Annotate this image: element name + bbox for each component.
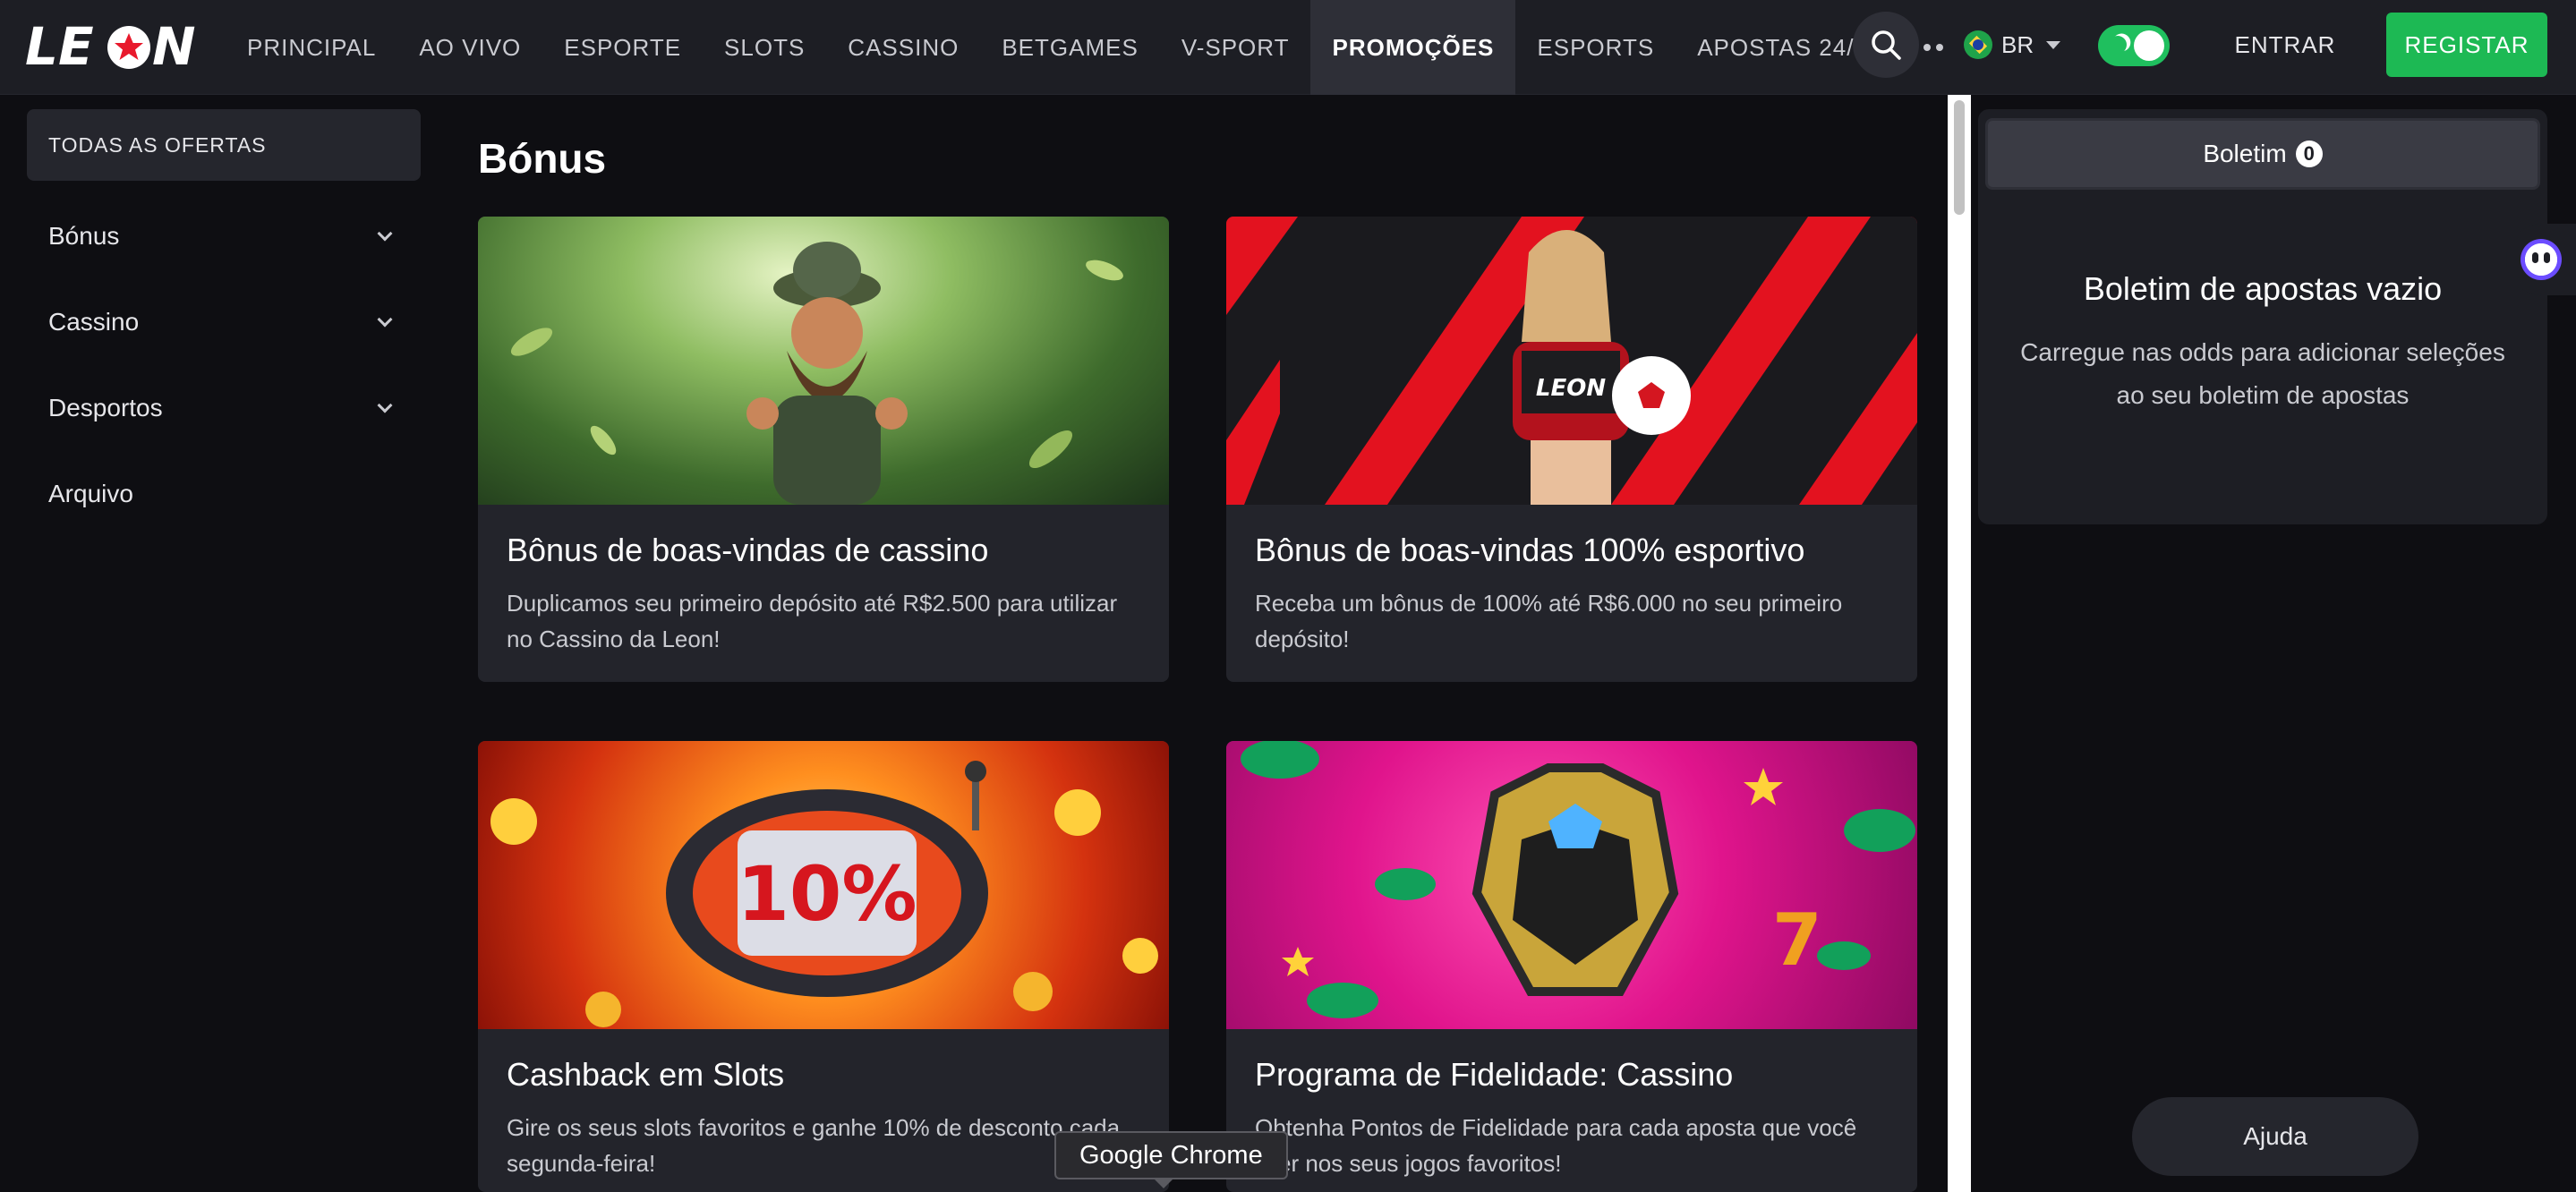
register-button[interactable]: REGISTAR xyxy=(2386,13,2547,77)
nav-item-slots[interactable]: SLOTS xyxy=(703,0,826,95)
sidebar-item-label: Arquivo xyxy=(48,480,133,507)
betslip-tab[interactable]: Boletim 0 xyxy=(1985,118,2540,190)
promo-card-title: Bônus de boas-vindas de cassino xyxy=(507,532,989,568)
sidebar-item-label: Desportos xyxy=(48,394,163,421)
page-title: Bónus xyxy=(478,135,607,182)
promo-card-title: Programa de Fidelidade: Cassino xyxy=(1255,1056,1734,1093)
chat-widget-button[interactable] xyxy=(2506,224,2576,295)
promo-card-description: Duplicamos seu primeiro depósito até R$2… xyxy=(507,590,1118,652)
promo-card-description: Gire os seus slots favoritos e ganhe 10%… xyxy=(507,1114,1121,1177)
promo-banner-image: 7 xyxy=(1226,741,1917,1029)
promo-card-sport-welcome[interactable]: LEON Bônus de boas-vindas 100% esportivo… xyxy=(1226,217,1917,682)
language-code: BR xyxy=(2001,30,2034,58)
nav-item-esporte[interactable]: ESPORTE xyxy=(542,0,703,95)
toggle-knob xyxy=(2134,30,2164,61)
betslip-empty-title: Boletim de apostas vazio xyxy=(2083,270,2443,307)
sidebar-item-label: Cassino xyxy=(48,308,140,336)
promo-banner-image: 10% xyxy=(478,741,1169,1029)
tooltip-arrow xyxy=(1155,1179,1173,1188)
sidebar-item-desportos[interactable]: Desportos xyxy=(27,365,421,451)
browser-tooltip: Google Chrome xyxy=(1054,1131,1288,1179)
promo-card-casino-welcome[interactable]: Bônus de boas-vindas de cassino Duplicam… xyxy=(478,217,1169,682)
cashback-percent-text: 10% xyxy=(737,850,917,938)
nav-item-promocoes[interactable]: PROMOÇÕES xyxy=(1310,0,1516,95)
chat-bot-icon xyxy=(2521,239,2562,280)
scrollbar-thumb[interactable] xyxy=(1954,100,1965,215)
nav-item-esports[interactable]: ESPORTS xyxy=(1515,0,1676,95)
language-selector[interactable]: BR xyxy=(1964,27,2061,63)
main-scrollbar[interactable] xyxy=(1948,95,1971,1192)
svg-text:N: N xyxy=(152,18,196,75)
nav-item-cassino[interactable]: CASSINO xyxy=(826,0,980,95)
sidebar-item-all-offers[interactable]: TODAS AS OFERTAS xyxy=(27,109,421,181)
sidebar-item-label: Bónus xyxy=(48,222,120,250)
login-button[interactable]: ENTRAR xyxy=(2211,13,2359,77)
svg-text:7: 7 xyxy=(1772,898,1822,982)
sidebar-item-bonus[interactable]: Bónus xyxy=(27,193,421,279)
promo-card-title: Bônus de boas-vindas 100% esportivo xyxy=(1255,532,1805,568)
nav-item-v-sport[interactable]: V-SPORT xyxy=(1160,0,1311,95)
caret-down-icon xyxy=(2046,40,2061,49)
promotions-sidebar: TODAS AS OFERTAS Bónus Cassino Desportos… xyxy=(27,109,421,537)
nav-item-ao-vivo[interactable]: AO VIVO xyxy=(397,0,542,95)
svg-text:LE: LE xyxy=(25,18,94,75)
help-button[interactable]: Ajuda xyxy=(2132,1097,2418,1176)
nav-item-principal[interactable]: PRINCIPAL xyxy=(226,0,397,95)
promo-card-description: Obtenha Pontos de Fidelidade para cada a… xyxy=(1255,1114,1857,1177)
sidebar-item-arquivo[interactable]: Arquivo xyxy=(27,451,421,537)
chevron-down-icon xyxy=(377,311,393,328)
leon-logo[interactable]: LE N xyxy=(25,18,204,75)
promo-banner-image xyxy=(478,217,1169,505)
betslip-panel: Boletim 0 Boletim de apostas vazio Carre… xyxy=(1978,109,2547,524)
top-navbar: LE N PRINCIPAL AO VIVO ESPORTE SLOTS CAS… xyxy=(0,0,2576,95)
theme-toggle[interactable] xyxy=(2098,25,2170,66)
moon-icon xyxy=(2105,32,2129,56)
promo-banner-image: LEON xyxy=(1226,217,1917,505)
betslip-tab-label: Boletim xyxy=(2203,140,2287,167)
betslip-count-badge: 0 xyxy=(2295,140,2323,167)
promo-card-description: Receba um bônus de 100% até R$6.000 no s… xyxy=(1255,590,1843,652)
nav-item-betgames[interactable]: BETGAMES xyxy=(980,0,1159,95)
promo-card-loyalty-casino[interactable]: 7 Programa de Fidelidade: Cassino Obtenh… xyxy=(1226,741,1917,1192)
promo-card-slots-cashback[interactable]: 10% Cashback em Slots Gire os seus slots… xyxy=(478,741,1169,1192)
main-nav: PRINCIPAL AO VIVO ESPORTE SLOTS CASSINO … xyxy=(226,0,1965,95)
leon-logo-mark: LE N xyxy=(25,18,196,75)
brazil-flag-icon xyxy=(1964,30,1992,59)
jersey-logo-text: LEON xyxy=(1536,375,1606,402)
search-icon xyxy=(1872,30,1901,60)
betslip-empty-description: Carregue nas odds para adicionar seleçõe… xyxy=(2020,338,2505,409)
search-button[interactable] xyxy=(1853,12,1919,78)
chevron-down-icon xyxy=(377,397,393,413)
sidebar-item-cassino[interactable]: Cassino xyxy=(27,279,421,365)
chevron-down-icon xyxy=(377,226,393,242)
promo-card-title: Cashback em Slots xyxy=(507,1056,785,1093)
